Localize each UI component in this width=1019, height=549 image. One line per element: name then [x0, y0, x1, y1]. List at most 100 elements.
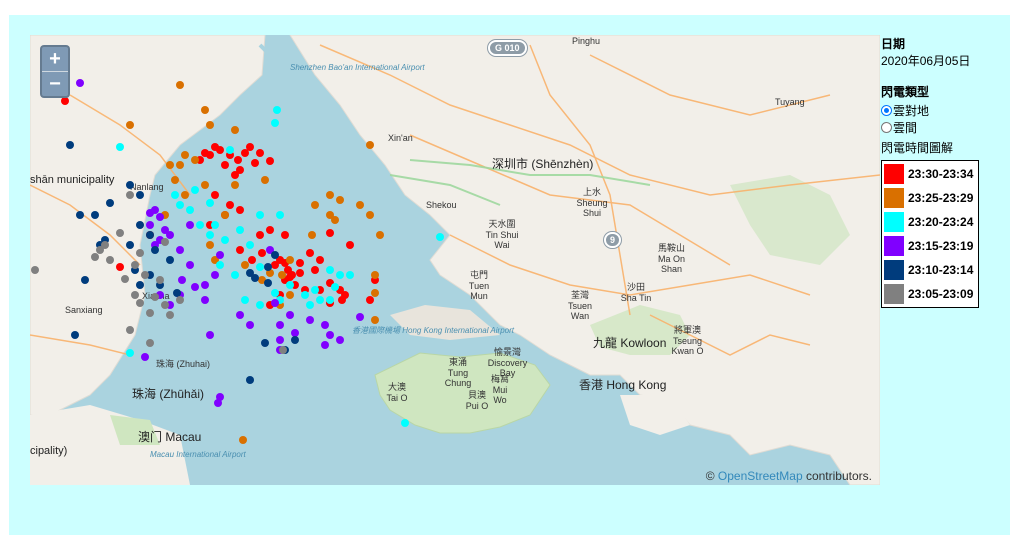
lightning-strike-marker [311, 286, 319, 294]
lightning-strike-marker [261, 339, 269, 347]
lightning-strike-marker [234, 156, 242, 164]
lightning-strike-marker [131, 261, 139, 269]
lightning-strike-marker [126, 349, 134, 357]
lightning-strike-marker [258, 249, 266, 257]
lightning-strike-marker [146, 221, 154, 229]
lightning-strike-marker [239, 436, 247, 444]
lightning-strike-marker [236, 311, 244, 319]
zoom-out-button[interactable]: − [42, 71, 68, 96]
radio-cloud-to-ground[interactable]: 雲對地 [881, 102, 1001, 119]
lightning-strike-marker [171, 191, 179, 199]
lightning-strike-marker [276, 211, 284, 219]
lightning-strike-marker [271, 261, 279, 269]
lightning-strike-marker [126, 181, 134, 189]
lightning-strike-marker [126, 121, 134, 129]
lightning-strike-marker [401, 419, 409, 427]
radio-button-unchecked[interactable] [881, 122, 892, 133]
lightning-strike-marker [316, 296, 324, 304]
lightning-strike-marker [231, 171, 239, 179]
lightning-strike-marker [201, 296, 209, 304]
lightning-strike-marker [231, 126, 239, 134]
lightning-strike-marker [286, 311, 294, 319]
lightning-strike-marker [371, 289, 379, 297]
lightning-strike-marker [141, 271, 149, 279]
lightning-strike-marker [71, 331, 79, 339]
lightning-strike-marker [266, 157, 274, 165]
lightning-strike-marker [216, 261, 224, 269]
lightning-strike-marker [116, 229, 124, 237]
lightning-strike-marker [201, 106, 209, 114]
radio-cloud-to-cloud[interactable]: 雲間 [881, 119, 1001, 136]
lightning-strike-marker [166, 256, 174, 264]
lightning-strike-marker [326, 296, 334, 304]
legend-swatch [884, 164, 904, 184]
lightning-strike-marker [61, 97, 69, 105]
lightning-strike-marker [286, 281, 294, 289]
legend-row: 23:15-23:19 [882, 234, 978, 258]
lightning-strike-marker [151, 293, 159, 301]
lightning-strike-marker [279, 346, 287, 354]
lightning-strike-marker [331, 283, 339, 291]
legend-swatch [884, 236, 904, 256]
lightning-strike-marker [276, 336, 284, 344]
lightning-strike-marker [271, 251, 279, 259]
lightning-strike-marker [264, 263, 272, 271]
lightning-strike-marker [66, 141, 74, 149]
lightning-strike-marker [276, 321, 284, 329]
lightning-strike-marker [246, 143, 254, 151]
lightning-strike-marker [176, 246, 184, 254]
lightning-strike-marker [331, 216, 339, 224]
osm-link[interactable]: OpenStreetMap [718, 469, 803, 483]
lightning-strike-marker [336, 271, 344, 279]
lightning-strike-marker [246, 241, 254, 249]
lightning-strike-marker [91, 211, 99, 219]
lightning-strike-marker [308, 231, 316, 239]
lightning-strike-marker [146, 231, 154, 239]
lightning-strike-marker [191, 283, 199, 291]
legend-row: 23:10-23:14 [882, 258, 978, 282]
lightning-strike-marker [206, 331, 214, 339]
lightning-strike-marker [286, 273, 294, 281]
lightning-strike-marker [256, 231, 264, 239]
lightning-strike-marker [181, 191, 189, 199]
lightning-strike-marker [206, 199, 214, 207]
legend-swatch [884, 284, 904, 304]
lightning-strike-marker [211, 221, 219, 229]
lightning-strike-marker [221, 161, 229, 169]
legend-row: 23:05-23:09 [882, 282, 978, 306]
lightning-strike-marker [126, 241, 134, 249]
lightning-strike-marker [211, 191, 219, 199]
zoom-in-button[interactable]: + [42, 47, 68, 71]
legend-heading: 閃電時間圖解 [881, 141, 954, 155]
time-legend: 23:30-23:34 23:25-23:29 23:20-23:24 23:1… [881, 160, 979, 308]
lightning-strike-marker [81, 276, 89, 284]
lightning-strike-marker [336, 336, 344, 344]
lightning-strike-marker [311, 266, 319, 274]
legend-swatch [884, 212, 904, 232]
lightning-strike-marker [101, 241, 109, 249]
lightning-strike-marker [436, 233, 444, 241]
lightning-strike-marker [146, 339, 154, 347]
radio-button-checked[interactable] [881, 105, 892, 116]
lightning-strike-marker [116, 263, 124, 271]
lightning-strike-marker [338, 296, 346, 304]
lightning-strike-marker [156, 276, 164, 284]
lightning-strike-marker [226, 146, 234, 154]
lightning-strike-marker [141, 353, 149, 361]
lightning-strike-marker [371, 271, 379, 279]
lightning-strike-marker [126, 326, 134, 334]
lightning-strike-marker [171, 176, 179, 184]
lightning-map[interactable]: G 010 Pinghu Shenzhen Bao'an Internation… [30, 35, 880, 485]
lightning-strike-marker [136, 191, 144, 199]
lightning-strike-marker [226, 201, 234, 209]
lightning-strike-marker [256, 301, 264, 309]
lightning-strike-marker [136, 249, 144, 257]
lightning-strike-marker [326, 266, 334, 274]
lightning-strike-marker [286, 291, 294, 299]
lightning-strike-marker [176, 161, 184, 169]
lightning-strike-marker [346, 271, 354, 279]
lightning-strike-marker [306, 249, 314, 257]
lightning-strike-marker [186, 261, 194, 269]
lightning-strike-marker [214, 399, 222, 407]
lightning-strike-marker [131, 291, 139, 299]
